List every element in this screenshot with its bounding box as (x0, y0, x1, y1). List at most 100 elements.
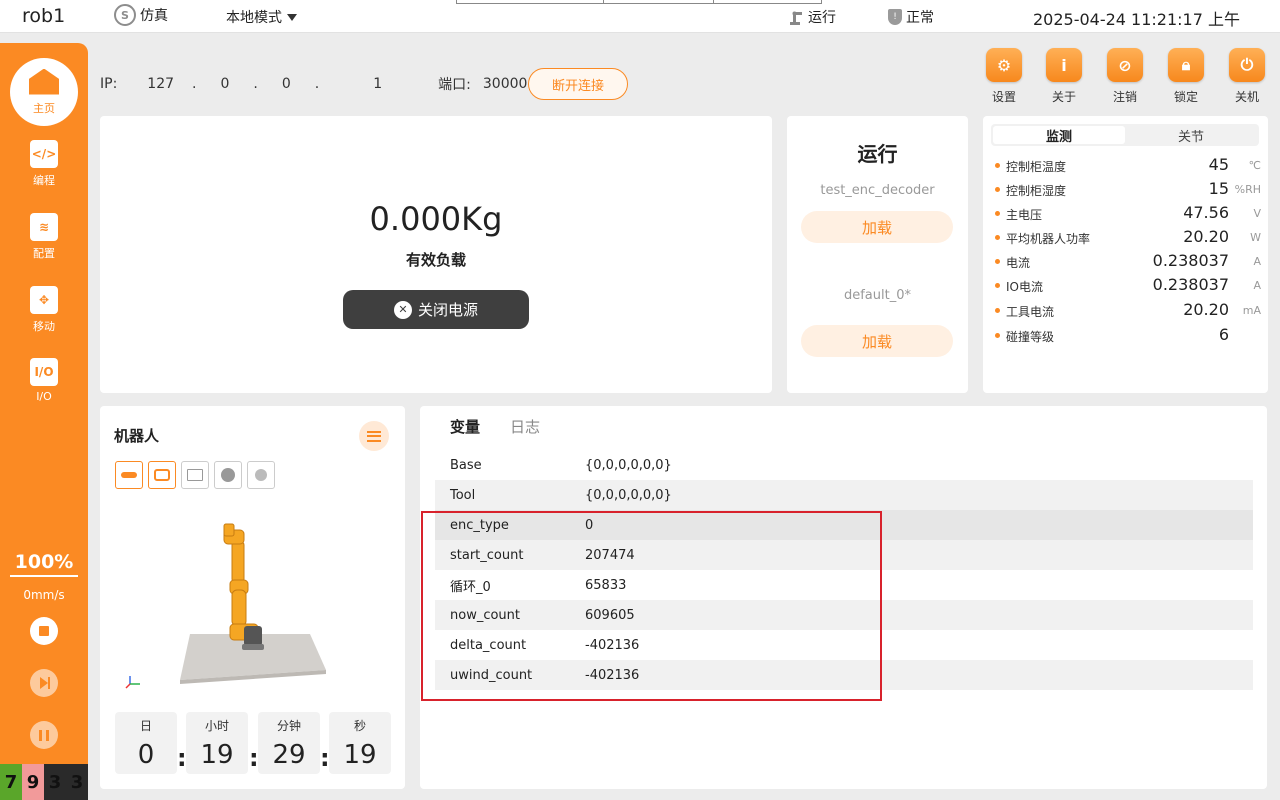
monitor-row: 电流 0.238037 A (995, 251, 1261, 272)
monitor-row: 工具电流 20.20 mA (995, 300, 1261, 321)
time-label: 分钟 (276, 719, 301, 733)
runtime-hours: 小时 19 (186, 712, 248, 774)
monitor-value: 47.56 (1183, 203, 1229, 222)
shield-icon: ! (888, 9, 902, 25)
pause-button[interactable] (30, 721, 58, 749)
var-value: {0,0,0,0,0,0} (585, 487, 672, 503)
monitor-label: 工具电流 (1006, 305, 1055, 319)
load-button-1[interactable]: 加载 (801, 211, 953, 243)
monitor-value: 15 (1208, 179, 1229, 198)
settings-button[interactable]: ⚙ 设置 (982, 48, 1026, 105)
load-button-2[interactable]: 加载 (801, 325, 953, 357)
shutdown-label: 关机 (1234, 90, 1259, 104)
top-tab-strip (456, 0, 822, 4)
tab-variables[interactable]: 变量 (441, 416, 493, 441)
power-off-button[interactable]: ✕ 关闭电源 (343, 290, 529, 329)
step-button[interactable] (30, 669, 58, 697)
table-row[interactable]: Tool {0,0,0,0,0,0} (435, 480, 1253, 510)
var-name: Tool (450, 487, 476, 503)
nav-io[interactable]: I/O I/O (0, 358, 88, 403)
tab-log[interactable]: 日志 (510, 416, 540, 437)
code-icon: </> (30, 140, 58, 168)
monitor-value: 45 (1208, 155, 1229, 174)
simulation-indicator[interactable]: S 仿真 (114, 4, 168, 26)
tab-joint[interactable]: 关节 (1125, 126, 1257, 145)
port-value: 30000 (482, 76, 528, 92)
view-robot-button[interactable] (148, 461, 176, 489)
nav-config-label: 配置 (33, 247, 55, 260)
view-tool-button[interactable] (247, 461, 275, 489)
payload-label: 有效负载 (405, 251, 466, 269)
variables-tabs: 变量 日志 (441, 416, 540, 441)
lock-button[interactable]: 🔒︎ 锁定 (1164, 48, 1208, 105)
shutdown-button[interactable]: ⏻ 关机 (1225, 48, 1269, 105)
logout-label: 注销 (1112, 90, 1137, 104)
highlight-annotation-box (421, 511, 882, 701)
status-counters: 7 9 3 3 (0, 764, 88, 800)
step-icon (40, 677, 50, 689)
view-cube-button[interactable] (181, 461, 209, 489)
monitor-unit: ℃ (1248, 159, 1261, 172)
time-label: 小时 (204, 719, 229, 733)
var-value: {0,0,0,0,0,0} (585, 457, 672, 473)
monitor-tabs: 监测 关节 (991, 124, 1259, 146)
tab-monitor[interactable]: 监测 (993, 126, 1125, 145)
view-shield-button[interactable] (214, 461, 242, 489)
monitor-value: 20.20 (1183, 227, 1229, 246)
program-name-2: default_0* (843, 288, 911, 303)
time-value: 19 (343, 740, 377, 770)
monitor-label: 平均机器人功率 (1006, 232, 1091, 246)
monitor-label: 控制柜温度 (1006, 160, 1067, 174)
tool-view-icon (255, 469, 267, 481)
monitor-value: 6 (1218, 325, 1229, 344)
run-status: 运行 (788, 7, 836, 27)
table-row[interactable]: Base {0,0,0,0,0,0} (435, 450, 1253, 480)
counter-2: 3 (44, 764, 66, 800)
sidebar: 主页 </> 编程 ≋ 配置 ✥ 移动 I/O I/O 100% 0mm/s (0, 43, 88, 800)
mode-dropdown[interactable]: 本地模式 (226, 7, 297, 27)
nav-programming[interactable]: </> 编程 (0, 140, 88, 188)
time-label: 秒 (353, 719, 366, 733)
list-button[interactable] (359, 421, 389, 451)
about-label: 关于 (1051, 90, 1076, 104)
monitor-label: 控制柜湿度 (1006, 184, 1067, 198)
payload-panel: 0.000Kg 有效负载 ✕ 关闭电源 (100, 116, 772, 393)
var-name: Base (450, 457, 482, 473)
mode-label: 本地模式 (226, 10, 282, 26)
run-status-label: 运行 (808, 10, 836, 26)
runtime-seconds: 秒 19 (329, 712, 391, 774)
view-base-button[interactable] (115, 461, 143, 489)
monitor-row: 控制柜湿度 15 %RH (995, 179, 1261, 200)
robot-title: 机器人 (114, 427, 160, 445)
runtime-days: 日0 (115, 712, 177, 774)
ip-part-3: 0 (281, 76, 291, 92)
monitor-label: 电流 (1006, 256, 1031, 270)
run-panel: 运行 test_enc_decoder 加载 default_0* 加载 (787, 116, 968, 393)
ip-part-2: 0 (220, 76, 230, 92)
stop-button[interactable] (30, 617, 58, 645)
shield-view-icon (221, 468, 235, 482)
logout-icon: ⊘ (1107, 48, 1143, 82)
port-label: 端口: (438, 77, 471, 93)
connection-info: IP: 127 . 0 . 0 . 1 端口: 30000 (100, 76, 528, 93)
monitor-row: 主电压 47.56 V (995, 203, 1261, 224)
runtime-minutes: 分钟 29 (258, 712, 320, 774)
logout-button[interactable]: ⊘ 注销 (1103, 48, 1147, 105)
nav-config[interactable]: ≋ 配置 (0, 213, 88, 261)
nav-home[interactable]: 主页 (10, 58, 78, 126)
lock-label: 锁定 (1173, 90, 1198, 104)
nav-home-label: 主页 (33, 101, 55, 115)
monitor-row: IO电流 0.238037 A (995, 275, 1261, 296)
disconnect-button[interactable]: 断开连接 (528, 68, 628, 100)
monitor-unit: V (1253, 207, 1261, 220)
about-button[interactable]: i 关于 (1042, 48, 1086, 105)
speed-percent[interactable]: 100% (10, 551, 78, 577)
monitor-unit: A (1253, 255, 1261, 268)
robot-3d-view[interactable] (120, 516, 340, 696)
monitor-unit: A (1253, 279, 1261, 292)
nav-programming-label: 编程 (33, 174, 55, 187)
robot-view-icon (154, 469, 170, 481)
power-off-label: 关闭电源 (417, 301, 478, 319)
nav-move[interactable]: ✥ 移动 (0, 286, 88, 334)
health-status-label: 正常 (906, 10, 934, 26)
